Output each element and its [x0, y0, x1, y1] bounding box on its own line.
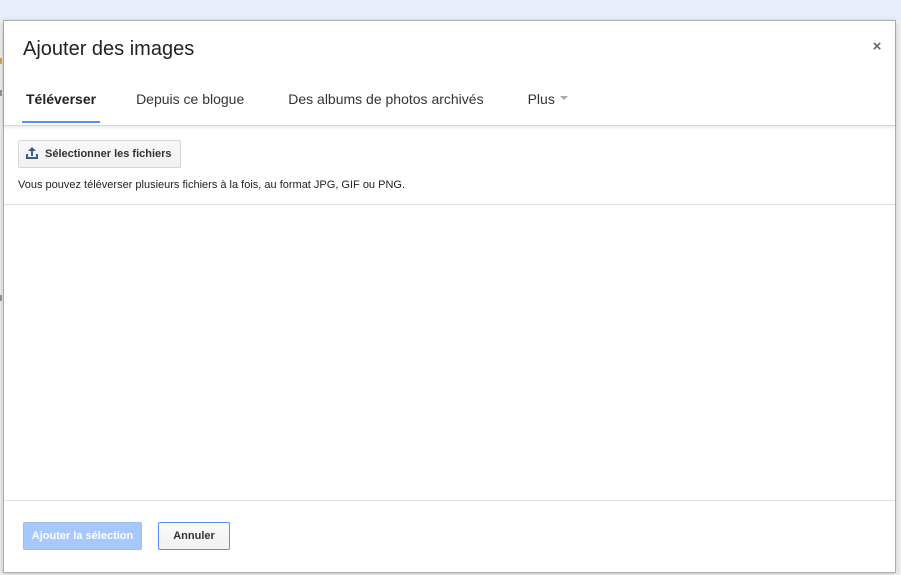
- tab-label: Plus: [527, 91, 555, 107]
- select-files-label: Sélectionner les fichiers: [45, 148, 172, 160]
- upload-icon: [25, 147, 39, 161]
- cancel-button[interactable]: Annuler: [158, 522, 230, 550]
- tab-upload[interactable]: Téléverser: [22, 87, 101, 123]
- add-selection-button[interactable]: Ajouter la sélection: [23, 522, 142, 550]
- select-files-button[interactable]: Sélectionner les fichiers: [18, 140, 181, 168]
- tab-more[interactable]: Plus: [528, 87, 568, 123]
- dialog-header: Ajouter des images × Téléverser Depuis c…: [4, 21, 895, 126]
- upload-hint: Vous pouvez téléverser plusieurs fichier…: [18, 179, 405, 191]
- page: Ajouter des images × Téléverser Depuis c…: [0, 0, 901, 575]
- dialog-footer: Ajouter la sélection Annuler: [4, 500, 895, 572]
- tab-bar: Téléverser Depuis ce blogue Des albums d…: [4, 87, 568, 125]
- tab-label: Téléverser: [26, 91, 97, 107]
- tab-from-this-blog[interactable]: Depuis ce blogue: [136, 87, 244, 123]
- tab-label: Des albums de photos archivés: [288, 91, 484, 107]
- background-right-edge: [897, 20, 901, 575]
- dialog-title: Ajouter des images: [23, 38, 195, 60]
- add-images-dialog: Ajouter des images × Téléverser Depuis c…: [3, 20, 896, 573]
- tab-archived-photo-albums[interactable]: Des albums de photos archivés: [288, 87, 483, 123]
- background-top-bar: [0, 0, 901, 20]
- chevron-down-icon: [559, 96, 568, 101]
- tab-label: Depuis ce blogue: [136, 91, 245, 107]
- background-mark: [0, 90, 2, 96]
- background-mark: [0, 58, 2, 64]
- background-mark: [0, 295, 2, 301]
- close-icon[interactable]: ×: [869, 39, 885, 55]
- upload-area: Sélectionner les fichiers Vous pouvez té…: [4, 126, 895, 205]
